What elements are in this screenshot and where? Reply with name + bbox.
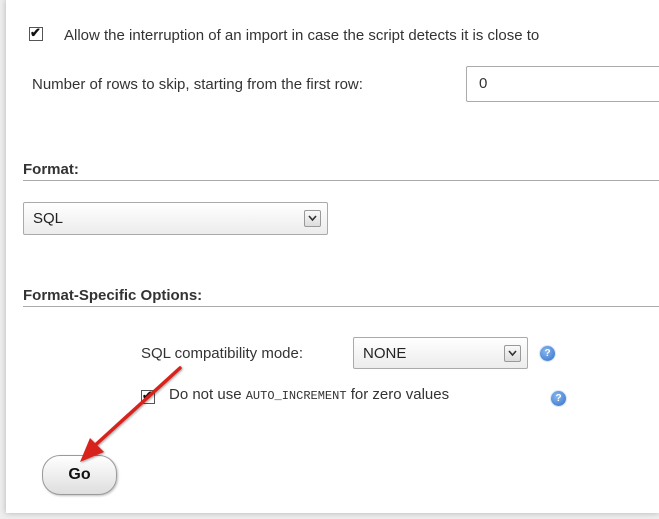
checkmark-icon: ✔ [30,25,41,40]
skip-rows-input[interactable]: 0 [466,66,659,102]
auto-increment-checkbox[interactable]: ✔ [141,388,155,404]
auto-increment-prefix: Do not use [169,386,242,403]
format-divider [23,180,659,181]
chevron-down-icon [504,345,521,362]
compat-mode-value: NONE [363,345,407,362]
format-select-value: SQL [33,210,64,227]
help-icon[interactable]: ? [551,391,566,406]
format-specific-heading: Format-Specific Options: [23,287,203,304]
auto-increment-label: Do not use AUTO_INCREMENT for zero value… [169,386,449,403]
compat-mode-select[interactable]: NONE [353,337,528,369]
format-heading: Format: [23,161,79,178]
skip-rows-label: Number of rows to skip, starting from th… [32,76,363,93]
help-icon[interactable]: ? [540,346,555,361]
allow-interrupt-checkbox[interactable]: ✔ [29,25,43,41]
auto-increment-suffix: for zero values [350,386,450,403]
compat-mode-label: SQL compatibility mode: [141,345,304,362]
import-panel: ✔ Allow the interruption of an import in… [6,0,659,513]
auto-increment-code: AUTO_INCREMENT [245,389,347,403]
checkmark-icon: ✔ [142,388,153,403]
go-button[interactable]: Go [42,455,117,495]
chevron-down-icon [304,210,321,227]
allow-interrupt-label: Allow the interruption of an import in c… [64,27,540,44]
format-select[interactable]: SQL [23,202,328,235]
format-specific-divider [23,306,659,307]
